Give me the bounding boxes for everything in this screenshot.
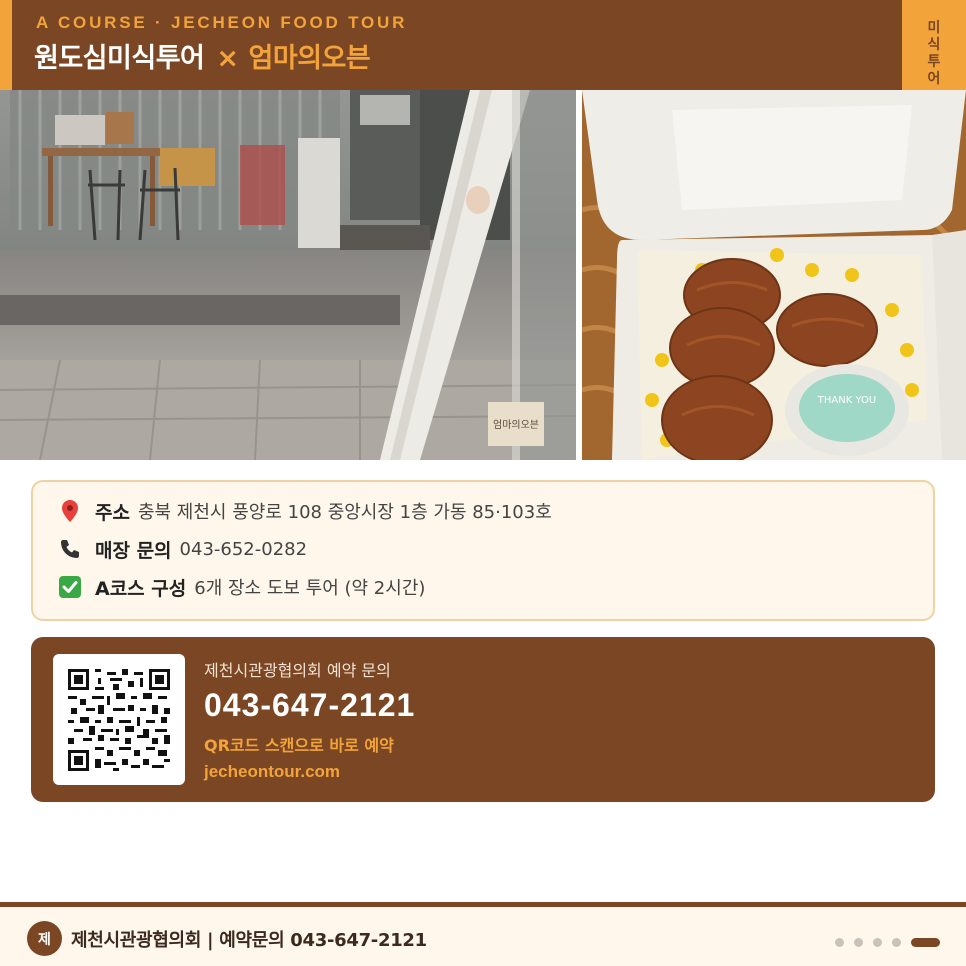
- title-store-name: 엄마의오븐: [248, 43, 371, 74]
- store-info-card: 주소 충북 제천시 풍양로 108 중앙시장 1층 가동 85·103호 매장 …: [31, 480, 935, 621]
- title-separator: ×: [216, 43, 239, 74]
- footer-bar: 제 제천시관광협의회 | 예약문의 043-647-2121: [0, 902, 966, 966]
- side-tab-label: 미식투어: [927, 20, 941, 87]
- title-main: 원도심미식투어: [34, 43, 205, 74]
- storefront-photo: 엄마의오븐: [0, 90, 576, 460]
- page-dot[interactable]: [873, 937, 882, 947]
- phone-row: 매장 문의 043-652-0282: [57, 535, 307, 563]
- footer-text: 제천시관광협의회 | 예약문의 043-647-2121: [71, 930, 427, 951]
- madeleine-photo: THANK YOU: [582, 90, 966, 460]
- check-icon: [57, 574, 83, 600]
- booking-card: 제천시관광협의회 예약 문의 043-647-2121 QR코드 스캔으로 바로…: [31, 637, 935, 802]
- header-accent-bar: [0, 0, 12, 90]
- booking-label: 제천시관광협의회 예약 문의: [204, 661, 391, 680]
- course-eyebrow: A COURSE · JECHEON FOOD TOUR: [36, 13, 408, 32]
- qr-cta-text: QR코드 스캔으로 바로 예약: [204, 736, 394, 755]
- address-value: 충북 제천시 풍양로 108 중앙시장 1층 가동 85·103호: [137, 502, 552, 523]
- page-title: 원도심미식투어 × 엄마의오븐: [34, 36, 371, 75]
- website-link[interactable]: jecheontour.com: [204, 762, 415, 782]
- address-row: 주소 충북 제천시 풍양로 108 중앙시장 1층 가동 85·103호: [57, 497, 552, 525]
- course-label: A코스 구성: [95, 577, 187, 600]
- phone-label: 매장 문의: [95, 539, 172, 562]
- org-logo: 제: [27, 921, 62, 956]
- phone-icon: [57, 536, 83, 562]
- booking-phone[interactable]: 043-647-2121: [204, 687, 415, 724]
- pin-icon: [57, 498, 83, 524]
- header-banner: A COURSE · JECHEON FOOD TOUR 원도심미식투어 × 엄마의…: [0, 0, 966, 90]
- page-dot[interactable]: [835, 937, 844, 947]
- page-dot[interactable]: [854, 937, 863, 947]
- qr-code[interactable]: [53, 654, 185, 785]
- course-row: A코스 구성 6개 장소 도보 투어 (약 2시간): [57, 573, 425, 601]
- side-tab[interactable]: 미식투어: [902, 0, 966, 90]
- booking-text-block: 제천시관광협의회 예약 문의 043-647-2121 QR코드 스캔으로 바로…: [204, 657, 415, 782]
- cup-sticker-text: THANK YOU: [817, 395, 876, 406]
- page-dot-active[interactable]: [911, 937, 940, 947]
- qr-code-icon: [68, 669, 170, 771]
- page-dot[interactable]: [892, 937, 901, 947]
- address-label: 주소: [95, 501, 130, 524]
- course-value: 6개 장소 도보 투어 (약 2시간): [194, 578, 426, 599]
- store-phone-value[interactable]: 043-652-0282: [180, 539, 308, 560]
- page-indicator: [835, 937, 940, 947]
